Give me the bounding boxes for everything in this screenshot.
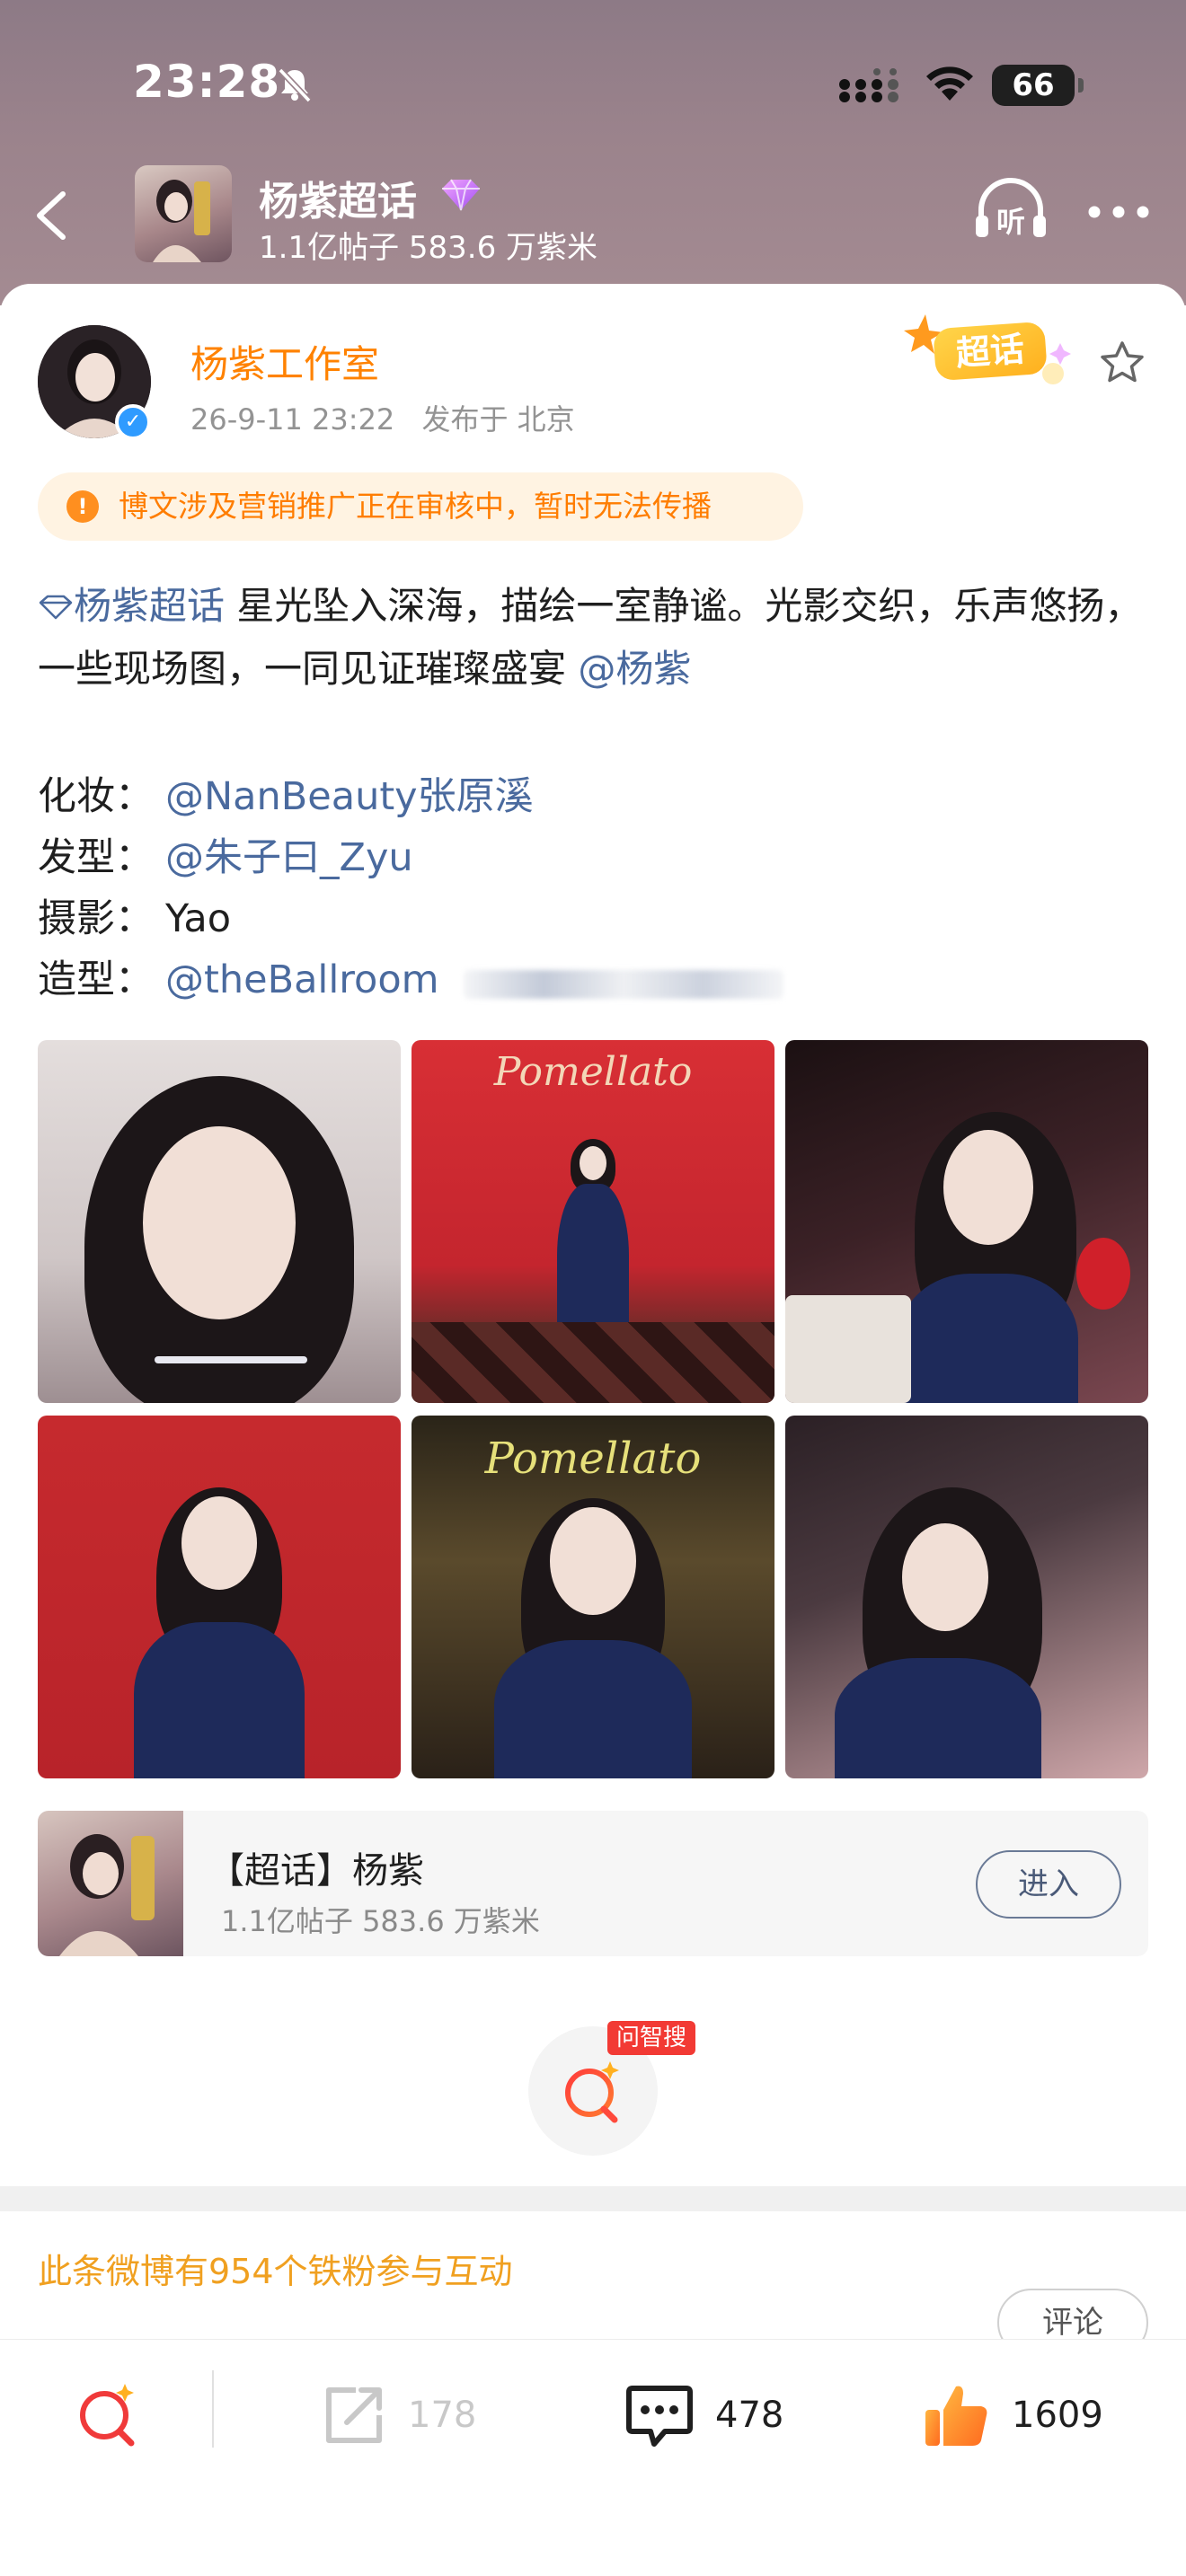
- credit-style-link[interactable]: @theBallroom: [165, 957, 439, 1002]
- post-meta: 26-9-11 23:22 发布于 北京: [190, 397, 593, 438]
- supertopic-badge-label: 超话: [955, 329, 1026, 373]
- status-bar: 23:28 66: [0, 0, 1186, 171]
- topic-tag-text: 杨紫超话: [74, 584, 226, 628]
- mention-link[interactable]: @杨紫: [578, 647, 691, 691]
- credit-photo: 摄影： Yao: [38, 887, 231, 943]
- signal-icon: [839, 68, 898, 102]
- supertopic-card-title: 【超话】杨紫: [208, 1850, 424, 1892]
- repost-icon: [326, 2387, 382, 2443]
- supertopic-card-stats: 1.1亿帖子 583.6 万紫米: [221, 1904, 540, 1938]
- favorite-star-icon[interactable]: [1098, 340, 1146, 386]
- post-photo-4[interactable]: [38, 1416, 401, 1778]
- like-icon: [925, 2386, 987, 2446]
- like-count: 1609: [1012, 2395, 1103, 2436]
- comment-icon: [626, 2386, 693, 2447]
- credit-hair: 发型： @朱子曰_Zyu: [38, 826, 413, 882]
- credit-style: 造型： @theBallroom: [38, 948, 439, 1004]
- credit-label: 造型：: [38, 957, 154, 1002]
- review-notice: ! 博文涉及营销推广正在审核中，暂时无法传播: [38, 472, 803, 541]
- credit-photo-value: Yao: [165, 896, 232, 941]
- status-time: 23:28: [133, 56, 281, 108]
- supertopic-badge-icon: 超话: [904, 314, 1071, 384]
- bottom-toolbar: 178 478 1609: [0, 2339, 1186, 2576]
- comment-toolbar-button[interactable]: 478: [624, 2379, 783, 2451]
- brand-logo-text: Pomellato: [493, 1049, 693, 1095]
- listen-label: 听: [996, 205, 1025, 239]
- topic-tag-link[interactable]: 杨紫超话: [38, 584, 225, 628]
- toolbar-separator: [212, 2370, 214, 2448]
- supertopic-thumbnail: [38, 1811, 183, 1956]
- author-name[interactable]: 杨紫工作室: [190, 334, 379, 389]
- post-body: 杨紫超话 星光坠入深海，描绘一室静谧。光影交织，乐声悠扬，一些现场图，一同见证璀…: [38, 575, 1152, 701]
- post-photo-3[interactable]: [785, 1040, 1148, 1403]
- battery-icon: 66: [992, 65, 1084, 106]
- gem-icon: [442, 179, 480, 211]
- ask-search-icon: [80, 2384, 135, 2447]
- topic-gem-icon: [39, 595, 73, 620]
- post-date: 26-9-11 23:22: [190, 402, 395, 437]
- back-icon[interactable]: [25, 180, 79, 251]
- post-location: 发布于 北京: [421, 402, 575, 437]
- section-divider: [0, 2186, 1186, 2211]
- credit-label: 发型：: [38, 835, 154, 880]
- topic-thumbnail[interactable]: [135, 165, 232, 262]
- like-button[interactable]: 1609: [920, 2379, 1103, 2451]
- wifi-icon: [926, 66, 973, 101]
- brand-neon-text: Pomellato: [484, 1434, 702, 1484]
- info-icon: !: [66, 490, 99, 523]
- bell-off-icon: [278, 67, 312, 103]
- post-photo-1[interactable]: [38, 1040, 401, 1403]
- enter-button[interactable]: 进入: [976, 1850, 1121, 1919]
- verified-badge-icon: ✓: [115, 404, 151, 440]
- repost-button[interactable]: 178: [320, 2379, 476, 2451]
- supertopic-card[interactable]: 【超话】杨紫 1.1亿帖子 583.6 万紫米 进入: [38, 1811, 1148, 1956]
- topic-title[interactable]: 杨紫超话: [259, 169, 417, 226]
- credit-label: 摄影：: [38, 896, 154, 941]
- fan-interaction-text: 此条微博有954个铁粉参与互动: [38, 2252, 513, 2291]
- credit-makeup-link[interactable]: @NanBeauty张原溪: [165, 774, 534, 819]
- blurred-text: [464, 970, 783, 999]
- toolbar-ask-search-button[interactable]: [72, 2379, 144, 2451]
- post-photo-2[interactable]: Pomellato: [412, 1040, 774, 1403]
- notice-text: 博文涉及营销推广正在审核中，暂时无法传播: [119, 489, 712, 524]
- topic-stats: 1.1亿帖子 583.6 万紫米: [259, 230, 598, 266]
- comment-count: 478: [715, 2395, 784, 2436]
- credit-label: 化妆：: [38, 774, 154, 819]
- battery-level: 66: [1012, 67, 1055, 103]
- post-photo-5[interactable]: Pomellato: [412, 1416, 774, 1778]
- ask-search-tag: 问智搜: [607, 2021, 696, 2055]
- post-photo-6[interactable]: [785, 1416, 1148, 1778]
- more-icon[interactable]: [1087, 203, 1150, 221]
- credit-makeup: 化妆： @NanBeauty张原溪: [38, 765, 534, 821]
- listen-icon[interactable]: 听: [972, 178, 1049, 244]
- repost-count: 178: [408, 2395, 477, 2436]
- credit-hair-link[interactable]: @朱子曰_Zyu: [165, 835, 413, 880]
